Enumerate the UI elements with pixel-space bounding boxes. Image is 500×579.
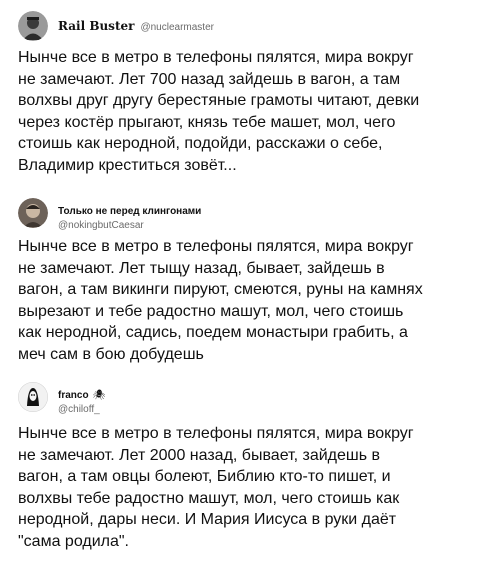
tweet-header: Rail Buster @nuclearmaster [18, 11, 214, 41]
display-name[interactable]: Rail Buster [58, 19, 134, 33]
display-name[interactable]: franco [58, 390, 89, 401]
avatar-portrait-icon[interactable] [18, 11, 48, 41]
tweet-3: franco 🕷 @chiloff_ Нынче все в метро в те… [0, 380, 500, 579]
author-names: franco 🕷 @chiloff_ [58, 385, 105, 415]
avatar-photo-icon[interactable] [18, 198, 48, 228]
tweet-header: Только не перед клингонами @nokingbutCae… [18, 198, 201, 231]
author-names: Rail Buster @nuclearmaster [58, 19, 214, 33]
user-handle[interactable]: @nuclearmaster [140, 22, 214, 33]
tweet-text: Нынче все в метро в телефоны пялятся, ми… [18, 238, 423, 363]
user-handle[interactable]: @nokingbutCaesar [58, 220, 201, 231]
tweet-text: Нынче все в метро в телефоны пялятся, ми… [18, 425, 414, 550]
user-handle[interactable]: @chiloff_ [58, 404, 105, 415]
display-name-row: franco 🕷 [58, 385, 105, 402]
author-names: Только не перед клингонами @nokingbutCae… [58, 201, 201, 231]
display-name[interactable]: Только не перед клингонами [58, 206, 201, 217]
avatar-drawing-icon[interactable] [18, 382, 48, 412]
tweet-text: Нынче все в метро в телефоны пялятся, ми… [18, 49, 420, 174]
spider-emoji-icon: 🕷 [92, 390, 106, 401]
tweet-header: franco 🕷 @chiloff_ [18, 382, 105, 415]
tweet-2: Только не перед клингонами @nokingbutCae… [0, 196, 500, 380]
tweet-1: Rail Buster @nuclearmaster Нынче все в м… [0, 0, 500, 196]
